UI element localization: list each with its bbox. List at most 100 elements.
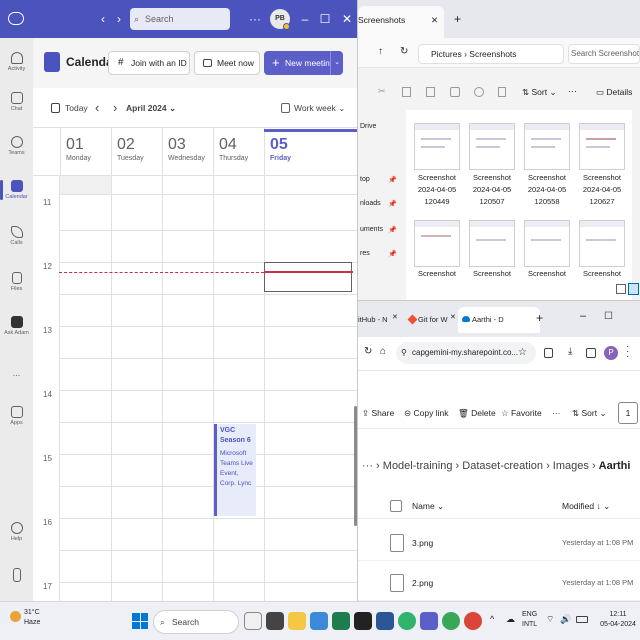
chevron-down-icon[interactable]: ⌄ (330, 51, 343, 75)
column-header-modified[interactable]: Modified ↓ ⌄ (562, 493, 610, 519)
file-row[interactable]: 3.png Yesterday at 1:08 PM (358, 525, 640, 561)
breadcrumb-item[interactable]: Model-training (383, 460, 453, 472)
view-dropdown[interactable]: Work week ⌄ (294, 88, 345, 128)
file-thumbnail[interactable] (524, 220, 570, 267)
day-header-friday[interactable]: 05 Friday (264, 128, 357, 176)
chevron-up-icon[interactable]: ^ (490, 614, 494, 624)
path-segment[interactable]: Pictures (431, 49, 462, 59)
app-icon-navy[interactable] (376, 612, 394, 630)
today-button[interactable]: Today (65, 88, 88, 128)
nav-item[interactable]: top (360, 176, 370, 183)
info-button[interactable]: 1 (618, 402, 638, 424)
file-thumbnail[interactable] (469, 220, 515, 267)
nav-item[interactable]: res (360, 250, 370, 257)
sort-button[interactable]: ⇅ Sort ⌄ (572, 397, 607, 429)
copy-link-button[interactable]: ⊝ Copy link (404, 397, 448, 429)
rail-item-files[interactable]: Files (0, 272, 33, 292)
join-with-id-button[interactable]: # Join with an ID (108, 51, 190, 75)
scrollbar[interactable] (354, 406, 357, 526)
home-icon[interactable]: ⌂ (380, 346, 386, 357)
rail-item-ask-adam[interactable]: Ask Adam (0, 316, 33, 336)
file-thumbnail[interactable] (469, 123, 515, 170)
teams-icon[interactable] (420, 612, 438, 630)
teams-search-input[interactable]: ⌕ Search (130, 8, 230, 30)
profile-avatar[interactable]: P (604, 346, 618, 360)
wifi-icon[interactable]: ⌔ (546, 614, 554, 625)
windows-start-icon[interactable] (132, 613, 148, 629)
file-name[interactable]: 2.png (412, 565, 433, 601)
language-indicator[interactable]: ENG INTL (522, 610, 537, 630)
day-header-monday[interactable]: 01 Monday (60, 128, 112, 176)
nav-item[interactable]: uments (360, 226, 383, 233)
url-bar[interactable]: ⚲ capgemini-my.sharepoint.co... (396, 342, 536, 364)
address-bar[interactable]: Pictures › Screenshots (418, 44, 564, 64)
close-icon[interactable]: ✕ (431, 6, 438, 34)
paste-icon[interactable] (426, 87, 435, 97)
split-screen-icon[interactable] (586, 348, 596, 358)
delete-icon[interactable] (498, 87, 506, 97)
more-options-icon[interactable]: ··· (362, 460, 376, 472)
meet-now-button[interactable]: Meet now (194, 51, 260, 75)
cloud-icon[interactable]: ☁ (506, 614, 515, 625)
share-icon[interactable] (474, 87, 484, 97)
terminal-icon[interactable] (354, 612, 372, 630)
app-icon-dark[interactable] (266, 612, 284, 630)
calendar-grid[interactable]: 11 12 13 14 15 16 17 VGC Season 6 Micros… (33, 176, 357, 601)
rename-icon[interactable] (450, 87, 460, 97)
details-button[interactable]: ▭ Details (596, 87, 632, 98)
file-thumbnail[interactable] (524, 123, 570, 170)
next-week-icon[interactable]: › (113, 88, 117, 128)
browser-tab-active[interactable]: Aarthi - D (458, 307, 540, 333)
breadcrumb-item[interactable]: Dataset-creation (462, 460, 543, 472)
copy-icon[interactable] (402, 87, 411, 97)
forward-arrow-icon[interactable]: › (112, 0, 126, 38)
battery-icon[interactable] (576, 616, 588, 623)
rail-item-calls[interactable]: Calls (0, 226, 33, 246)
file-name[interactable]: 3.png (412, 525, 433, 561)
clock[interactable]: 12:11 05-04-2024 (598, 610, 638, 630)
column-header-name[interactable]: Name ⌄ (412, 493, 444, 519)
search-input[interactable]: Search Screenshots (568, 44, 640, 64)
sidebar-toggle-icon[interactable] (8, 12, 24, 25)
more-options-icon[interactable]: ··· (248, 0, 262, 38)
close-icon[interactable]: ✕ (450, 313, 456, 321)
more-options-icon[interactable]: ··· (552, 397, 561, 429)
previous-week-icon[interactable]: ‹ (95, 88, 99, 128)
rail-item-chat[interactable]: Chat (0, 92, 33, 112)
month-picker[interactable]: April 2024 ⌄ (126, 88, 176, 128)
breadcrumb-item[interactable]: Images (553, 460, 589, 472)
close-icon[interactable]: ✕ (340, 0, 354, 38)
details-view-icon[interactable] (616, 284, 626, 294)
day-header-wednesday[interactable]: 03 Wednesday (162, 128, 214, 176)
rail-item-apps[interactable]: Apps (0, 406, 33, 426)
weather-widget[interactable]: 31°C Haze (8, 608, 48, 628)
selected-time-slot[interactable] (264, 262, 352, 292)
day-header-thursday[interactable]: 04 Thursday (213, 128, 265, 176)
day-header-tuesday[interactable]: 02 Tuesday (111, 128, 163, 176)
app-icon-circle[interactable] (442, 612, 460, 630)
new-tab-icon[interactable]: + (454, 12, 461, 26)
path-segment[interactable]: Screenshots (469, 49, 516, 59)
file-thumbnail[interactable] (414, 220, 460, 267)
favorite-star-icon[interactable]: ☆ (518, 347, 527, 358)
calendar-event[interactable]: VGC Season 6 Microsoft Teams Live Event,… (214, 424, 256, 516)
rail-item-activity[interactable]: Activity (0, 52, 33, 72)
file-explorer-icon[interactable] (288, 612, 306, 630)
file-thumbnail[interactable] (579, 123, 625, 170)
task-view-icon[interactable] (244, 612, 262, 630)
share-button[interactable]: ⇪ Share (362, 397, 394, 429)
file-row[interactable]: 2.png Yesterday at 1:08 PM (358, 565, 640, 601)
taskbar-search[interactable]: ⌕ Search (153, 610, 239, 634)
nav-item[interactable]: Drive (360, 123, 376, 130)
close-icon[interactable]: ✕ (392, 313, 398, 321)
minimize-icon[interactable]: – (580, 310, 586, 322)
delete-button[interactable]: 🗑 Delete (458, 397, 496, 429)
nav-item[interactable]: nloads (360, 200, 381, 207)
maximize-icon[interactable]: ☐ (318, 0, 332, 38)
cut-icon[interactable]: ✂ (378, 86, 386, 97)
more-apps-icon[interactable]: ... (0, 368, 33, 378)
app-icon-blue[interactable] (310, 612, 328, 630)
large-icons-view-icon[interactable] (628, 283, 639, 295)
file-thumbnail[interactable] (414, 123, 460, 170)
extensions-icon[interactable] (544, 348, 553, 358)
